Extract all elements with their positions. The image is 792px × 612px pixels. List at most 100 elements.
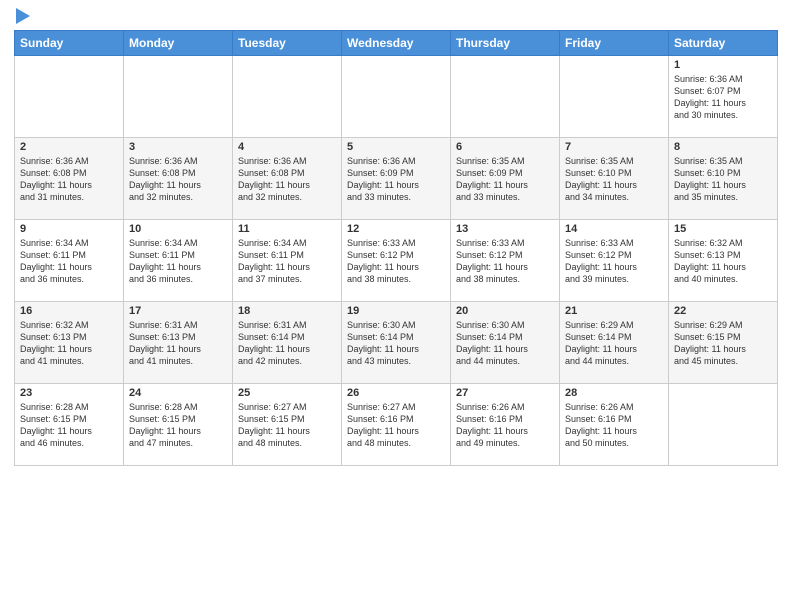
day-info: Sunrise: 6:28 AM Sunset: 6:15 PM Dayligh…: [129, 401, 227, 450]
calendar-cell: 19 Sunrise: 6:30 AM Sunset: 6:14 PM Dayli…: [342, 302, 451, 384]
day-number: 28: [565, 387, 663, 399]
calendar-cell: 3Sunrise: 6:36 AM Sunset: 6:08 PM Daylig…: [124, 138, 233, 220]
calendar-cell: 13 Sunrise: 6:33 AM Sunset: 6:12 PM Dayli…: [451, 220, 560, 302]
day-info: Sunrise: 6:31 AM Sunset: 6:13 PM Dayligh…: [129, 319, 227, 368]
calendar-cell: [669, 384, 778, 466]
header: [14, 10, 778, 24]
calendar-cell: 5 Sunrise: 6:36 AM Sunset: 6:09 PM Daylig…: [342, 138, 451, 220]
day-info: Sunrise: 6:26 AM Sunset: 6:16 PM Dayligh…: [456, 401, 554, 450]
calendar-cell: 18 Sunrise: 6:31 AM Sunset: 6:14 PM Dayli…: [233, 302, 342, 384]
day-number: 11: [238, 223, 336, 235]
day-number: 9: [20, 223, 118, 235]
weekday-header-thursday: Thursday: [451, 31, 560, 56]
day-number: 25: [238, 387, 336, 399]
day-info: Sunrise: 6:35 AM Sunset: 6:10 PM Dayligh…: [565, 155, 663, 204]
calendar-cell: [560, 56, 669, 138]
week-row-4: 23 Sunrise: 6:28 AM Sunset: 6:15 PM Dayli…: [15, 384, 778, 466]
day-number: 6: [456, 141, 554, 153]
calendar-cell: 12 Sunrise: 6:33 AM Sunset: 6:12 PM Dayli…: [342, 220, 451, 302]
day-info: Sunrise: 6:33 AM Sunset: 6:12 PM Dayligh…: [456, 237, 554, 286]
day-number: 22: [674, 305, 772, 317]
week-row-0: 1 Sunrise: 6:36 AM Sunset: 6:07 PM Daylig…: [15, 56, 778, 138]
calendar-cell: 23 Sunrise: 6:28 AM Sunset: 6:15 PM Dayli…: [15, 384, 124, 466]
day-number: 5: [347, 141, 445, 153]
calendar-cell: 20 Sunrise: 6:30 AM Sunset: 6:14 PM Dayli…: [451, 302, 560, 384]
week-row-1: 2 Sunrise: 6:36 AM Sunset: 6:08 PM Daylig…: [15, 138, 778, 220]
day-info: Sunrise: 6:28 AM Sunset: 6:15 PM Dayligh…: [20, 401, 118, 450]
day-number: 21: [565, 305, 663, 317]
day-info: Sunrise: 6:32 AM Sunset: 6:13 PM Dayligh…: [20, 319, 118, 368]
calendar-cell: 25 Sunrise: 6:27 AM Sunset: 6:15 PM Dayli…: [233, 384, 342, 466]
logo: [14, 10, 30, 24]
calendar-cell: 7 Sunrise: 6:35 AM Sunset: 6:10 PM Daylig…: [560, 138, 669, 220]
day-number: 1: [674, 59, 772, 71]
calendar-cell: 24 Sunrise: 6:28 AM Sunset: 6:15 PM Dayli…: [124, 384, 233, 466]
day-number: 17: [129, 305, 227, 317]
day-number: 2: [20, 141, 118, 153]
weekday-header-row: SundayMondayTuesdayWednesdayThursdayFrid…: [15, 31, 778, 56]
calendar-cell: [342, 56, 451, 138]
day-info: Sunrise: 6:35 AM Sunset: 6:09 PM Dayligh…: [456, 155, 554, 204]
day-info: Sunrise: 6:29 AM Sunset: 6:14 PM Dayligh…: [565, 319, 663, 368]
day-info: Sunrise: 6:36 AM Sunset: 6:07 PM Dayligh…: [674, 73, 772, 122]
day-number: 27: [456, 387, 554, 399]
calendar-cell: 21 Sunrise: 6:29 AM Sunset: 6:14 PM Dayli…: [560, 302, 669, 384]
weekday-header-saturday: Saturday: [669, 31, 778, 56]
calendar-cell: 27 Sunrise: 6:26 AM Sunset: 6:16 PM Dayli…: [451, 384, 560, 466]
calendar-cell: [451, 56, 560, 138]
day-info: Sunrise: 6:34 AM Sunset: 6:11 PM Dayligh…: [238, 237, 336, 286]
weekday-header-sunday: Sunday: [15, 31, 124, 56]
day-info: Sunrise: 6:27 AM Sunset: 6:15 PM Dayligh…: [238, 401, 336, 450]
day-info: Sunrise: 6:32 AM Sunset: 6:13 PM Dayligh…: [674, 237, 772, 286]
calendar-cell: 8 Sunrise: 6:35 AM Sunset: 6:10 PM Daylig…: [669, 138, 778, 220]
day-number: 16: [20, 305, 118, 317]
day-number: 20: [456, 305, 554, 317]
day-info: Sunrise: 6:30 AM Sunset: 6:14 PM Dayligh…: [347, 319, 445, 368]
calendar-cell: 6 Sunrise: 6:35 AM Sunset: 6:09 PM Daylig…: [451, 138, 560, 220]
calendar-cell: [15, 56, 124, 138]
day-number: 4: [238, 141, 336, 153]
weekday-header-wednesday: Wednesday: [342, 31, 451, 56]
day-info: Sunrise: 6:35 AM Sunset: 6:10 PM Dayligh…: [674, 155, 772, 204]
day-info: Sunrise: 6:33 AM Sunset: 6:12 PM Dayligh…: [347, 237, 445, 286]
calendar-cell: 9 Sunrise: 6:34 AM Sunset: 6:11 PM Daylig…: [15, 220, 124, 302]
calendar-cell: 15Sunrise: 6:32 AM Sunset: 6:13 PM Dayli…: [669, 220, 778, 302]
day-info: Sunrise: 6:34 AM Sunset: 6:11 PM Dayligh…: [20, 237, 118, 286]
weekday-header-monday: Monday: [124, 31, 233, 56]
day-number: 24: [129, 387, 227, 399]
calendar-cell: 2 Sunrise: 6:36 AM Sunset: 6:08 PM Daylig…: [15, 138, 124, 220]
day-info: Sunrise: 6:26 AM Sunset: 6:16 PM Dayligh…: [565, 401, 663, 450]
calendar-cell: 1 Sunrise: 6:36 AM Sunset: 6:07 PM Daylig…: [669, 56, 778, 138]
weekday-header-tuesday: Tuesday: [233, 31, 342, 56]
day-number: 18: [238, 305, 336, 317]
day-number: 13: [456, 223, 554, 235]
day-number: 7: [565, 141, 663, 153]
day-info: Sunrise: 6:30 AM Sunset: 6:14 PM Dayligh…: [456, 319, 554, 368]
day-info: Sunrise: 6:33 AM Sunset: 6:12 PM Dayligh…: [565, 237, 663, 286]
calendar-cell: 4 Sunrise: 6:36 AM Sunset: 6:08 PM Daylig…: [233, 138, 342, 220]
calendar-cell: 22 Sunrise: 6:29 AM Sunset: 6:15 PM Dayli…: [669, 302, 778, 384]
week-row-3: 16 Sunrise: 6:32 AM Sunset: 6:13 PM Dayli…: [15, 302, 778, 384]
calendar-cell: 28 Sunrise: 6:26 AM Sunset: 6:16 PM Dayli…: [560, 384, 669, 466]
day-info: Sunrise: 6:29 AM Sunset: 6:15 PM Dayligh…: [674, 319, 772, 368]
day-info: Sunrise: 6:36 AM Sunset: 6:08 PM Dayligh…: [20, 155, 118, 204]
calendar-cell: [233, 56, 342, 138]
weekday-header-friday: Friday: [560, 31, 669, 56]
day-number: 19: [347, 305, 445, 317]
calendar: SundayMondayTuesdayWednesdayThursdayFrid…: [14, 30, 778, 466]
day-number: 8: [674, 141, 772, 153]
day-number: 26: [347, 387, 445, 399]
day-number: 23: [20, 387, 118, 399]
day-number: 12: [347, 223, 445, 235]
day-info: Sunrise: 6:34 AM Sunset: 6:11 PM Dayligh…: [129, 237, 227, 286]
day-info: Sunrise: 6:36 AM Sunset: 6:08 PM Dayligh…: [238, 155, 336, 204]
day-number: 3: [129, 141, 227, 153]
day-info: Sunrise: 6:31 AM Sunset: 6:14 PM Dayligh…: [238, 319, 336, 368]
week-row-2: 9 Sunrise: 6:34 AM Sunset: 6:11 PM Daylig…: [15, 220, 778, 302]
calendar-cell: [124, 56, 233, 138]
day-number: 14: [565, 223, 663, 235]
calendar-cell: 16 Sunrise: 6:32 AM Sunset: 6:13 PM Dayli…: [15, 302, 124, 384]
day-info: Sunrise: 6:27 AM Sunset: 6:16 PM Dayligh…: [347, 401, 445, 450]
day-info: Sunrise: 6:36 AM Sunset: 6:09 PM Dayligh…: [347, 155, 445, 204]
calendar-cell: 11 Sunrise: 6:34 AM Sunset: 6:11 PM Dayli…: [233, 220, 342, 302]
